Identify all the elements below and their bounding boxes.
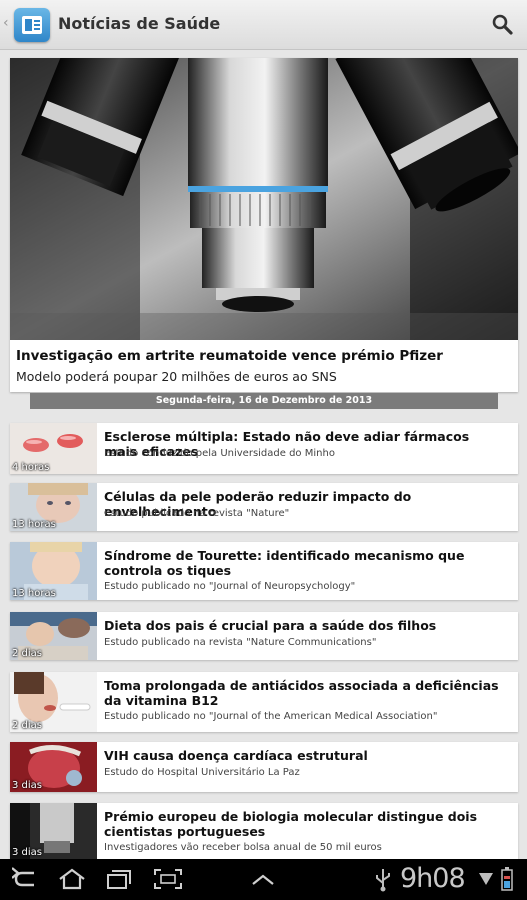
news-age: 4 horas — [12, 462, 50, 473]
app-title: Notícias de Saúde — [58, 14, 221, 33]
battery-icon — [501, 867, 513, 891]
list-item[interactable]: 2 dias Dieta dos pais é crucial para a s… — [10, 612, 518, 660]
screenshot-icon[interactable] — [152, 867, 184, 891]
news-source: Estudo publicado no "Journal of the Amer… — [104, 711, 438, 722]
featured-image — [10, 58, 518, 340]
list-item[interactable]: 4 horas Esclerose múltipla: Estado não d… — [10, 423, 518, 474]
news-title: VIH causa doença cardíaca estrutural — [104, 748, 368, 763]
search-icon[interactable] — [490, 12, 516, 38]
system-nav-bar: 9h08 — [0, 859, 527, 900]
news-thumbnail: 13 horas — [10, 483, 97, 531]
news-age: 13 horas — [12, 588, 56, 599]
home-icon[interactable] — [56, 867, 88, 891]
news-thumbnail: 2 dias — [10, 612, 97, 660]
back-icon[interactable] — [12, 867, 42, 891]
news-thumbnail: 3 dias — [10, 803, 97, 859]
news-title: Prémio europeu de biologia molecular dis… — [104, 809, 478, 839]
featured-story[interactable]: Investigação em artrite reumatoide vence… — [10, 58, 518, 392]
list-item[interactable]: 13 horas Células da pele poderão reduzir… — [10, 483, 518, 531]
news-source: Estudo publicado na revista "Nature Comm… — [104, 637, 377, 648]
news-age: 2 dias — [12, 720, 43, 731]
list-item[interactable]: 3 dias Prémio europeu de biologia molecu… — [10, 803, 518, 859]
news-source: Investigadores vão receber bolsa anual d… — [104, 842, 382, 853]
news-title: Toma prolongada de antiácidos associada … — [104, 678, 499, 708]
news-source: Estudo publicado no "Journal of Neuropsy… — [104, 581, 356, 592]
list-item[interactable]: 2 dias Toma prolongada de antiácidos ass… — [10, 672, 518, 732]
list-item[interactable]: 3 dias VIH causa doença cardíaca estrutu… — [10, 742, 518, 792]
featured-title: Investigação em artrite reumatoide vence… — [16, 348, 443, 364]
usb-icon — [376, 869, 390, 892]
featured-subtitle: Modelo poderá poupar 20 milhões de euros… — [16, 369, 337, 384]
recent-apps-icon[interactable] — [104, 867, 134, 891]
news-thumbnail: 3 dias — [10, 742, 97, 792]
news-age: 2 dias — [12, 648, 43, 659]
wifi-icon — [479, 873, 493, 885]
news-source: Estudo publicado na revista "Nature" — [104, 508, 290, 519]
news-title: Dieta dos pais é crucial para a saúde do… — [104, 618, 437, 633]
news-thumbnail: 13 horas — [10, 542, 97, 600]
action-bar: ‹ Notícias de Saúde — [0, 0, 527, 50]
news-thumbnail: 2 dias — [10, 672, 97, 732]
news-thumbnail: 4 horas — [10, 423, 97, 474]
news-age: 3 dias — [12, 847, 43, 858]
news-app-icon[interactable] — [14, 8, 50, 42]
news-source: Estudo do Hospital Universitário La Paz — [104, 767, 300, 778]
list-item[interactable]: 13 horas Síndrome de Tourette: identific… — [10, 542, 518, 600]
news-source: Estudo conduzido pela Universidade do Mi… — [104, 448, 335, 459]
news-age: 3 dias — [12, 780, 43, 791]
date-header: Segunda-feira, 16 de Dezembro de 2013 — [30, 393, 498, 409]
news-age: 13 horas — [12, 519, 56, 530]
clock: 9h08 — [400, 863, 466, 894]
news-title: Síndrome de Tourette: identificado mecan… — [104, 548, 465, 578]
menu-up-icon[interactable] — [248, 867, 278, 891]
back-caret-icon[interactable]: ‹ — [3, 15, 9, 31]
